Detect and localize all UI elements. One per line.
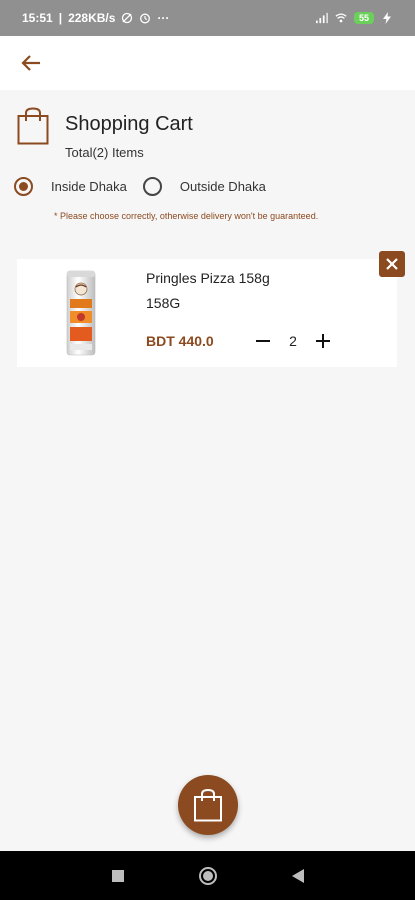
status-time: 15:51 bbox=[22, 11, 53, 25]
status-more-dots: ··· bbox=[157, 11, 170, 25]
alarm-icon bbox=[140, 13, 151, 24]
shopping-bag-icon bbox=[194, 788, 222, 822]
radio-label: Outside Dhaka bbox=[179, 178, 266, 194]
arrow-left-icon bbox=[21, 55, 40, 71]
page-title: Shopping Cart bbox=[65, 113, 193, 135]
product-name: Pringles Pizza 158g bbox=[146, 270, 270, 286]
status-left: 15:51 | 228KB/s ··· bbox=[22, 11, 169, 25]
increase-quantity-button[interactable] bbox=[313, 331, 333, 351]
delivery-warning-text: * Please choose correctly, otherwise del… bbox=[54, 211, 319, 221]
home-circle-icon bbox=[198, 866, 217, 885]
radio-outside-dhaka[interactable]: Outside Dhaka bbox=[142, 176, 266, 196]
shopping-bag-icon bbox=[17, 107, 49, 145]
plus-icon bbox=[316, 334, 330, 348]
home-button[interactable] bbox=[198, 866, 218, 886]
product-price: BDT 440.0 bbox=[146, 333, 214, 349]
status-bar: 15:51 | 228KB/s ··· 55 bbox=[0, 0, 415, 36]
minus-icon bbox=[256, 340, 270, 342]
product-image bbox=[66, 270, 96, 356]
radio-label: Inside Dhaka bbox=[51, 178, 127, 194]
radio-inside-dhaka[interactable]: Inside Dhaka bbox=[14, 176, 127, 196]
quantity-value: 2 bbox=[289, 333, 297, 349]
system-nav-bar bbox=[0, 851, 415, 900]
quantity-stepper: 2 bbox=[253, 331, 333, 351]
app-bar bbox=[0, 36, 415, 90]
delivery-area-selector: Inside Dhaka Outside Dhaka bbox=[14, 174, 282, 198]
data-saver-icon bbox=[122, 12, 133, 24]
cart-header: Shopping Cart Total(2) Items bbox=[17, 107, 397, 163]
remove-item-button[interactable] bbox=[379, 251, 405, 277]
product-weight: 158G bbox=[146, 295, 181, 311]
back-button[interactable] bbox=[16, 48, 46, 78]
status-right: 55 bbox=[315, 12, 393, 24]
status-divider: | bbox=[58, 11, 63, 25]
status-network-speed: 228KB/s bbox=[68, 11, 116, 25]
recent-apps-button[interactable] bbox=[108, 866, 128, 886]
battery-badge: 55 bbox=[353, 12, 374, 24]
charging-icon bbox=[383, 12, 391, 24]
signal-icon bbox=[315, 12, 328, 24]
triangle-back-icon bbox=[291, 868, 304, 883]
back-nav-button[interactable] bbox=[288, 866, 308, 886]
square-icon bbox=[111, 869, 124, 882]
radio-button-checked[interactable] bbox=[14, 176, 33, 196]
close-icon bbox=[386, 258, 398, 270]
checkout-fab-button[interactable] bbox=[178, 775, 238, 835]
decrease-quantity-button[interactable] bbox=[253, 331, 273, 351]
cart-total-count: Total(2) Items bbox=[65, 145, 144, 160]
cart-item-card: Pringles Pizza 158g 158G BDT 440.0 2 bbox=[17, 259, 397, 367]
wifi-icon bbox=[335, 13, 347, 23]
radio-button-unchecked[interactable] bbox=[142, 176, 162, 196]
